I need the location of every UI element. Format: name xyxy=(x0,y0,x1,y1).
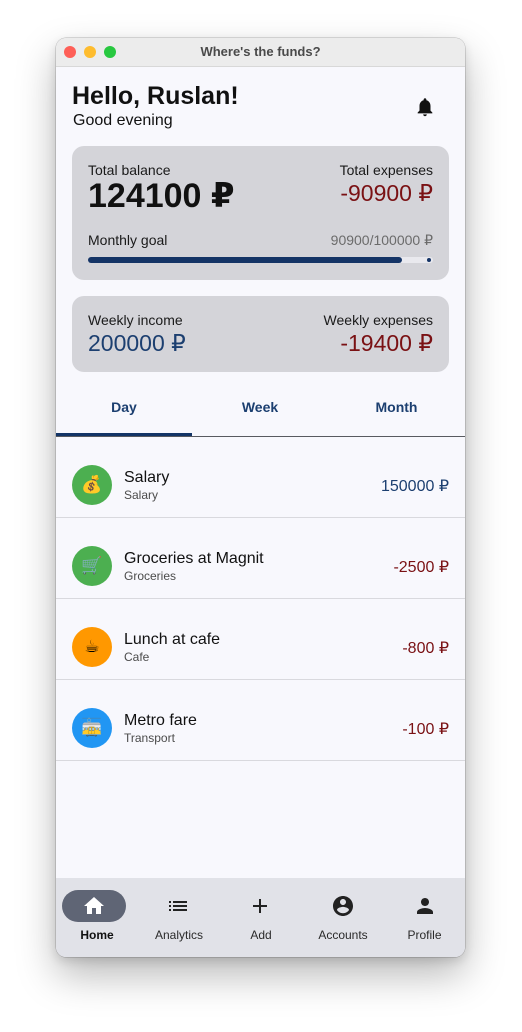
nav-add-label: Add xyxy=(250,928,272,942)
bottom-navigation: Home Analytics Add Accounts Profile xyxy=(56,878,465,957)
tram-icon: 🚋 xyxy=(72,708,112,748)
bell-icon[interactable] xyxy=(414,95,436,119)
transaction-category: Groceries xyxy=(124,569,177,583)
tab-week[interactable]: Week xyxy=(192,396,328,436)
list-icon xyxy=(169,901,187,911)
transaction-title: Lunch at cafe xyxy=(124,631,221,648)
active-tab-indicator xyxy=(56,433,192,436)
nav-home-label: Home xyxy=(80,928,114,942)
transaction-list: 💰 Salary Salary 150000 ₽ 🛒 Groceries at … xyxy=(56,437,465,761)
weekly-card: Weekly income 200000 ₽ Weekly expenses -… xyxy=(72,296,449,372)
tab-day[interactable]: Day xyxy=(56,396,192,436)
person-icon xyxy=(417,898,433,914)
goal-progress-fill xyxy=(88,257,402,263)
nav-accounts[interactable]: Accounts xyxy=(302,878,384,957)
weekly-income-value: 200000 ₽ xyxy=(88,330,186,356)
total-balance-value: 124100 ₽ xyxy=(88,177,235,215)
goal-progress-bar xyxy=(88,257,433,263)
tab-month-label: Month xyxy=(375,399,418,415)
monthly-goal-value: 90900/100000 ₽ xyxy=(330,232,433,248)
period-tabs: Day Week Month xyxy=(56,396,465,437)
money-bag-icon: 💰 xyxy=(72,465,112,505)
transaction-row-lunch[interactable]: ☕ Lunch at cafe Cafe -800 ₽ xyxy=(56,599,465,680)
plus-icon xyxy=(253,899,267,913)
weekly-income-label: Weekly income xyxy=(88,312,183,328)
transaction-row-salary[interactable]: 💰 Salary Salary 150000 ₽ xyxy=(56,437,465,518)
transaction-category: Cafe xyxy=(124,650,150,664)
nav-profile[interactable]: Profile xyxy=(384,878,465,957)
transaction-amount: 150000 ₽ xyxy=(380,478,449,495)
transaction-category: Transport xyxy=(124,731,175,745)
weekly-expenses-label: Weekly expenses xyxy=(323,312,433,328)
nav-add[interactable]: Add xyxy=(220,878,302,957)
total-expenses-value: -90900 ₽ xyxy=(340,180,433,206)
transaction-row-metro[interactable]: 🚋 Metro fare Transport -100 ₽ xyxy=(56,680,465,761)
monthly-goal-label: Monthly goal xyxy=(88,232,168,248)
transaction-title: Metro fare xyxy=(124,712,197,729)
balance-card: Total balance 124100 ₽ Total expenses -9… xyxy=(72,146,449,280)
coffee-icon: ☕ xyxy=(72,627,112,667)
window-title: Where's the funds? xyxy=(200,44,321,59)
goal-progress-end-dot xyxy=(427,258,431,262)
transaction-category: Salary xyxy=(124,488,159,502)
title-bar: Where's the funds? xyxy=(56,38,465,67)
nav-analytics-label: Analytics xyxy=(154,928,204,942)
tab-day-label: Day xyxy=(111,399,137,415)
transaction-amount: -100 ₽ xyxy=(402,721,449,738)
nav-home[interactable]: Home xyxy=(56,878,138,957)
shopping-cart-icon: 🛒 xyxy=(72,546,112,586)
greeting-title: Hello, Ruslan! xyxy=(72,82,239,110)
transaction-amount: -2500 ₽ xyxy=(393,559,449,576)
app-window: Where's the funds? Hello, Ruslan! Good e… xyxy=(56,38,465,957)
greeting-subtitle: Good evening xyxy=(73,112,173,129)
transaction-title: Groceries at Magnit xyxy=(124,550,264,567)
tab-month[interactable]: Month xyxy=(328,396,465,436)
account-circle-icon xyxy=(333,896,353,916)
home-icon xyxy=(84,897,104,914)
transaction-title: Salary xyxy=(124,469,170,486)
nav-analytics[interactable]: Analytics xyxy=(138,878,220,957)
transaction-amount: -800 ₽ xyxy=(402,640,449,657)
nav-accounts-label: Accounts xyxy=(318,928,368,942)
tab-week-label: Week xyxy=(241,399,279,415)
nav-profile-label: Profile xyxy=(407,928,442,942)
weekly-expenses-value: -19400 ₽ xyxy=(340,330,433,356)
total-expenses-label: Total expenses xyxy=(339,162,433,178)
transaction-row-groceries[interactable]: 🛒 Groceries at Magnit Groceries -2500 ₽ xyxy=(56,518,465,599)
